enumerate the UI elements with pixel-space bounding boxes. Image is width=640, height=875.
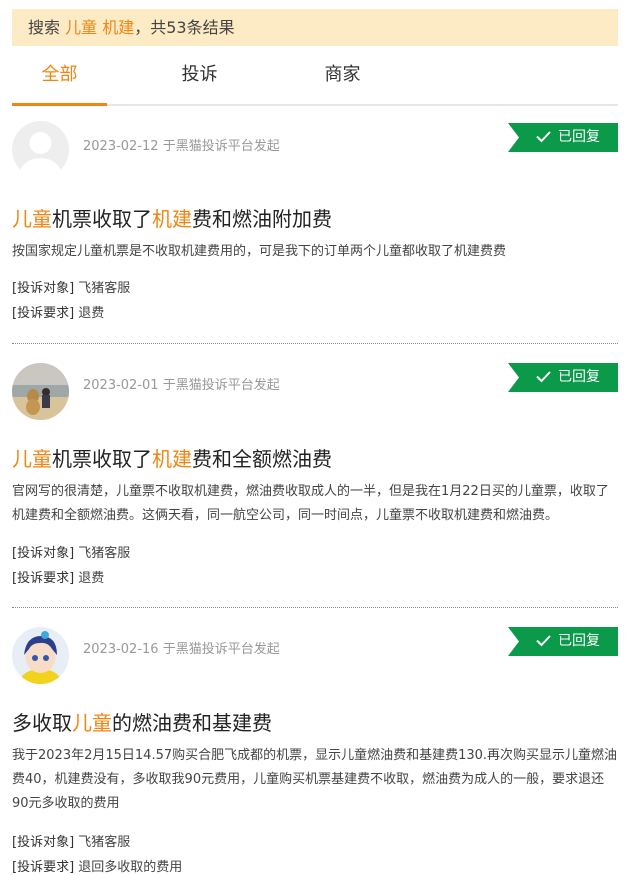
title-keyword: 儿童: [12, 207, 52, 231]
complaint-meta: 2023-02-16 于黑猫投诉平台发起: [83, 638, 280, 657]
title-keyword: 儿童: [12, 447, 52, 471]
title-text: 机票收取了: [52, 207, 152, 231]
complaint-date: 2023-02-16: [83, 642, 159, 657]
avatar: [12, 627, 69, 684]
default-avatar-icon: [12, 121, 69, 178]
complaint-meta: 2023-02-12 于黑猫投诉平台发起: [83, 135, 280, 154]
search-prefix: 搜索: [28, 18, 61, 37]
title-text: 费和全额燃油费: [192, 447, 332, 471]
avatar: [12, 363, 69, 420]
status-badge: 已回复: [508, 123, 618, 152]
complaint-date: 2023-02-01: [83, 378, 159, 393]
complaint-target: [投诉对象] 飞猪客服: [12, 542, 130, 561]
target-label: [投诉对象]: [12, 281, 75, 296]
complaint-description: 我于2023年2月15日14.57购买合肥飞成都的机票，显示儿童燃油费和基建费1…: [12, 748, 618, 811]
avatar: [12, 121, 69, 178]
tab-merchants[interactable]: 商家: [295, 54, 390, 104]
complaint-description: 官网写的很清楚，儿童票不收取机建费，燃油费收取成人的一半，但是我在1月22日买的…: [12, 484, 609, 523]
target-value: 飞猪客服: [78, 281, 131, 296]
status-badge: 已回复: [508, 627, 618, 656]
tab-bar: 全部 投诉 商家: [12, 54, 618, 106]
request-value: 退费: [78, 306, 105, 321]
complaint-card[interactable]: 2023-02-12 于黑猫投诉平台发起 已回复 儿童机票收取了机建费和燃油附加…: [12, 106, 618, 344]
request-value: 退费: [78, 571, 105, 586]
complaint-target: [投诉对象] 飞猪客服: [12, 277, 130, 296]
status-text: 已回复: [558, 633, 600, 649]
complaint-target: [投诉对象] 飞猪客服: [12, 831, 130, 850]
status-badge: 已回复: [508, 363, 618, 392]
request-label: [投诉要求]: [12, 571, 75, 586]
complaint-date: 2023-02-12: [83, 139, 159, 154]
title-keyword: 机建: [152, 207, 192, 231]
search-result-count: ，共53条结果: [134, 18, 235, 37]
complaint-card[interactable]: 2023-02-16 于黑猫投诉平台发起 已回复 多收取儿童的燃油费和基建费 我…: [12, 609, 618, 875]
cartoon-avatar-icon: [12, 627, 69, 684]
title-text: 多收取: [12, 711, 72, 735]
check-icon: [536, 371, 551, 383]
title-text: 的燃油费和基建费: [112, 711, 272, 735]
tab-complaints[interactable]: 投诉: [152, 54, 247, 104]
complaint-card[interactable]: 2023-02-01 于黑猫投诉平台发起 已回复 儿童机票收取了机建费和全额燃油…: [12, 345, 618, 608]
search-summary: 搜索 儿童 机建，共53条结果: [12, 9, 618, 46]
status-text: 已回复: [558, 369, 600, 385]
check-icon: [536, 635, 551, 647]
platform-text: 于黑猫投诉平台发起: [162, 378, 280, 393]
platform-text: 于黑猫投诉平台发起: [162, 139, 280, 154]
title-keyword: 机建: [152, 447, 192, 471]
title-text: 费和燃油附加费: [192, 207, 332, 231]
complaint-title[interactable]: 儿童机票收取了机建费和燃油附加费: [12, 203, 332, 232]
status-text: 已回复: [558, 129, 600, 145]
title-text: 机票收取了: [52, 447, 152, 471]
photo-avatar-icon: [12, 363, 69, 420]
complaint-request: [投诉要求] 退回多收取的费用: [12, 856, 182, 875]
check-icon: [536, 131, 551, 143]
target-label: [投诉对象]: [12, 835, 75, 850]
complaint-description: 按国家规定儿童机票是不收取机建费用的，可是我下的订单两个儿童都收取了机建费费: [12, 244, 507, 259]
target-label: [投诉对象]: [12, 546, 75, 561]
target-value: 飞猪客服: [78, 835, 131, 850]
platform-text: 于黑猫投诉平台发起: [162, 642, 280, 657]
complaint-title[interactable]: 多收取儿童的燃油费和基建费: [12, 707, 272, 736]
complaint-request: [投诉要求] 退费: [12, 567, 104, 586]
target-value: 飞猪客服: [78, 546, 131, 561]
search-keyword: 儿童 机建: [65, 18, 135, 37]
title-keyword: 儿童: [72, 711, 112, 735]
tab-all[interactable]: 全部: [12, 54, 107, 106]
complaint-meta: 2023-02-01 于黑猫投诉平台发起: [83, 374, 280, 393]
complaint-title[interactable]: 儿童机票收取了机建费和全额燃油费: [12, 443, 332, 472]
request-label: [投诉要求]: [12, 306, 75, 321]
complaint-request: [投诉要求] 退费: [12, 302, 104, 321]
